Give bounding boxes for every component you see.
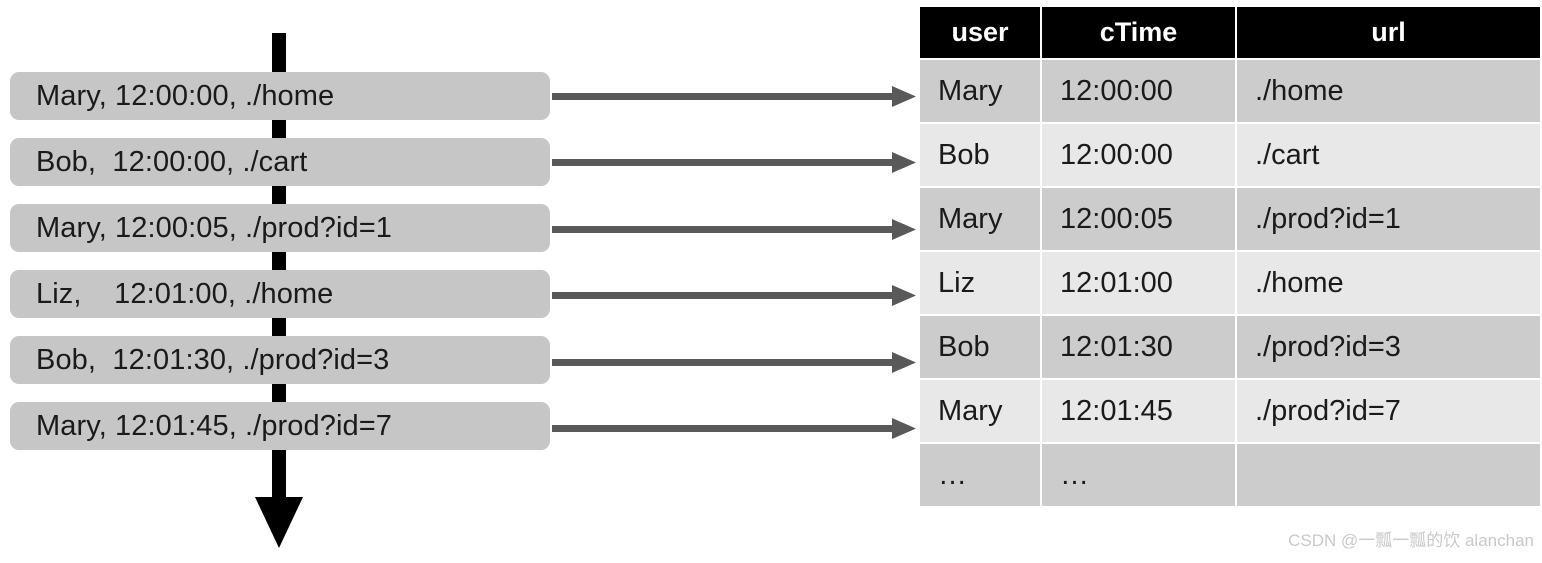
cell-url: ./home [1237, 60, 1540, 122]
cell-user: Mary [920, 188, 1040, 250]
event-box-label: Liz, 12:01:00, ./home [10, 280, 333, 309]
column-header-ctime[interactable]: cTime [1042, 7, 1235, 58]
cell-ctime: 12:01:00 [1042, 252, 1235, 314]
event-box-label: Mary, 12:00:00, ./home [10, 82, 334, 111]
cell-user: Mary [920, 380, 1040, 442]
event-box[interactable]: Liz, 12:01:00, ./home [10, 270, 550, 318]
table-row[interactable]: Bob 12:01:30 ./prod?id=3 [920, 316, 1540, 378]
event-box-label: Bob, 12:00:00, ./cart [10, 148, 307, 177]
connector-arrow-4 [552, 285, 916, 306]
cell-user: Mary [920, 60, 1040, 122]
column-header-user[interactable]: user [920, 7, 1040, 58]
cell-url: ./home [1237, 252, 1540, 314]
event-box[interactable]: Bob, 12:00:00, ./cart [10, 138, 550, 186]
event-box[interactable]: Mary, 12:00:05, ./prod?id=1 [10, 204, 550, 252]
event-box-label: Mary, 12:01:45, ./prod?id=7 [10, 412, 392, 441]
cell-user: Liz [920, 252, 1040, 314]
cell-url: ./prod?id=7 [1237, 380, 1540, 442]
cell-ctime: 12:01:30 [1042, 316, 1235, 378]
event-box[interactable]: Mary, 12:00:00, ./home [10, 72, 550, 120]
connector-arrow-2 [552, 152, 916, 173]
timeline-arrowhead [255, 497, 303, 548]
cell-user: Bob [920, 316, 1040, 378]
table-body: Mary 12:00:00 ./home Bob 12:00:00 ./cart… [920, 60, 1540, 506]
cell-ctime: 12:00:00 [1042, 60, 1235, 122]
table-row[interactable]: Mary 12:00:05 ./prod?id=1 [920, 188, 1540, 250]
cell-url: ./prod?id=1 [1237, 188, 1540, 250]
table-header: user cTime url [920, 7, 1540, 58]
table-row[interactable]: Bob 12:00:00 ./cart [920, 124, 1540, 186]
cell-ctime: 12:01:45 [1042, 380, 1235, 442]
event-stream-list: Mary, 12:00:00, ./home Bob, 12:00:00, ./… [10, 72, 550, 468]
table-row[interactable]: Liz 12:01:00 ./home [920, 252, 1540, 314]
cell-url [1237, 444, 1540, 506]
cell-ctime: 12:00:05 [1042, 188, 1235, 250]
connector-arrow-1 [552, 86, 916, 107]
table-row[interactable]: Mary 12:01:45 ./prod?id=7 [920, 380, 1540, 442]
cell-user: … [920, 444, 1040, 506]
watermark-text: CSDN @一瓢一瓢的饮 alanchan [1288, 526, 1534, 551]
table-row-ellipsis: … … [920, 444, 1540, 506]
connector-arrow-6 [552, 418, 916, 439]
column-header-url[interactable]: url [1237, 7, 1540, 58]
clicks-table: user cTime url Mary 12:00:00 ./home Bob … [918, 5, 1542, 508]
event-box-label: Bob, 12:01:30, ./prod?id=3 [10, 346, 389, 375]
connector-arrow-5 [552, 352, 916, 373]
cell-ctime: … [1042, 444, 1235, 506]
table-header-row: user cTime url [920, 7, 1540, 58]
event-box[interactable]: Bob, 12:01:30, ./prod?id=3 [10, 336, 550, 384]
table-row[interactable]: Mary 12:00:00 ./home [920, 60, 1540, 122]
cell-url: ./prod?id=3 [1237, 316, 1540, 378]
cell-ctime: 12:00:00 [1042, 124, 1235, 186]
connector-arrow-3 [552, 219, 916, 240]
event-box-label: Mary, 12:00:05, ./prod?id=1 [10, 214, 392, 243]
cell-url: ./cart [1237, 124, 1540, 186]
event-box[interactable]: Mary, 12:01:45, ./prod?id=7 [10, 402, 550, 450]
cell-user: Bob [920, 124, 1040, 186]
